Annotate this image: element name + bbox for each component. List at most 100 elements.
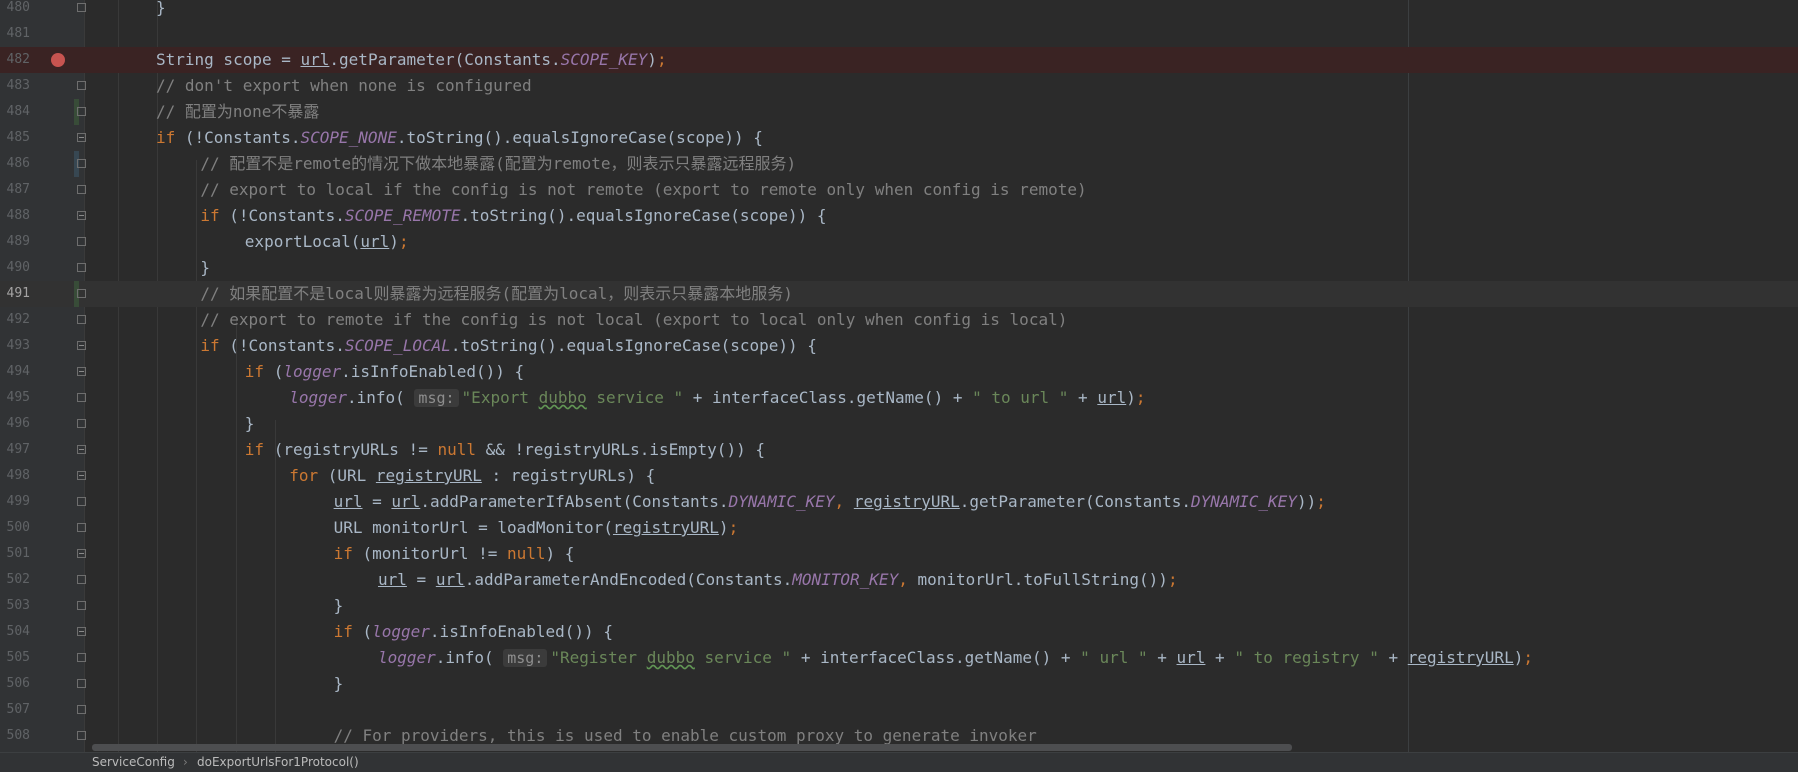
fold-marker-icon[interactable] — [77, 731, 86, 740]
code-line[interactable]: 485 if (!Constants.SCOPE_NONE.toString().… — [0, 125, 1798, 151]
code-line[interactable]: 497 if (registryURLs != null && !registry… — [0, 437, 1798, 463]
fold-marker-icon[interactable] — [77, 289, 86, 298]
code-line[interactable]: 503} — [0, 593, 1798, 619]
line-number[interactable]: 493 — [0, 333, 30, 359]
code-line[interactable]: 487 // export to local if the config is n… — [0, 177, 1798, 203]
code-line[interactable]: 491 // 如果配置不是local则暴露为远程服务(配置为local，则表示只暴… — [0, 281, 1798, 307]
fold-marker-icon[interactable] — [77, 315, 86, 324]
code-text: for (URL registryURL : registryURLs) { — [289, 466, 656, 485]
line-number[interactable]: 505 — [0, 645, 30, 671]
fold-marker-icon[interactable] — [77, 419, 86, 428]
line-number[interactable]: 482 — [0, 47, 30, 73]
fold-marker-icon[interactable] — [77, 159, 86, 168]
breakpoint-icon[interactable] — [51, 53, 65, 67]
fold-marker-icon[interactable] — [77, 3, 86, 12]
code-line[interactable]: 507 — [0, 697, 1798, 723]
fold-marker-icon[interactable] — [77, 107, 86, 116]
line-number[interactable]: 501 — [0, 541, 30, 567]
code-text: logger.info( msg: "Register dubbo service… — [378, 648, 1533, 667]
fold-marker-icon[interactable] — [77, 497, 86, 506]
line-number[interactable]: 496 — [0, 411, 30, 437]
line-number[interactable]: 502 — [0, 567, 30, 593]
fold-marker-icon[interactable] — [77, 185, 86, 194]
code-line[interactable]: 481 — [0, 21, 1798, 47]
fold-marker-icon[interactable] — [77, 263, 86, 272]
code-text: if (registryURLs != null && !registryURL… — [244, 440, 765, 459]
breadcrumb-class[interactable]: ServiceConfig — [92, 753, 175, 772]
code-text: if (!Constants.SCOPE_REMOTE.toString().e… — [200, 206, 827, 225]
fold-marker-icon[interactable] — [77, 679, 86, 688]
line-number[interactable]: 486 — [0, 151, 30, 177]
code-line[interactable]: 494 if (logger.isInfoEnabled()) { — [0, 359, 1798, 385]
line-number[interactable]: 492 — [0, 307, 30, 333]
line-number[interactable]: 504 — [0, 619, 30, 645]
line-number[interactable]: 497 — [0, 437, 30, 463]
code-line[interactable]: 506} — [0, 671, 1798, 697]
code-line[interactable]: 500 URL monitorUrl = loadMonitor(registry… — [0, 515, 1798, 541]
line-number[interactable]: 491 — [0, 281, 30, 307]
line-number[interactable]: 489 — [0, 229, 30, 255]
code-text: if (!Constants.SCOPE_NONE.toString().equ… — [156, 128, 763, 147]
breadcrumb-method[interactable]: doExportUrlsFor1Protocol() — [197, 753, 359, 772]
fold-marker-icon[interactable] — [77, 237, 86, 246]
line-number[interactable]: 500 — [0, 515, 30, 541]
line-number[interactable]: 481 — [0, 21, 30, 47]
code-line[interactable]: 484 // 配置为none不暴露 — [0, 99, 1798, 125]
line-number[interactable]: 490 — [0, 255, 30, 281]
fold-marker-icon[interactable] — [77, 211, 86, 220]
code-line[interactable]: 501 if (monitorUrl != null) { — [0, 541, 1798, 567]
fold-marker-icon[interactable] — [77, 341, 86, 350]
fold-marker-icon[interactable] — [77, 393, 86, 402]
fold-marker-icon[interactable] — [77, 523, 86, 532]
line-number[interactable]: 507 — [0, 697, 30, 723]
line-number[interactable]: 485 — [0, 125, 30, 151]
code-line[interactable]: 495 logger.info( msg: "Export dubbo servic… — [0, 385, 1798, 411]
code-line[interactable]: 486 // 配置不是remote的情况下做本地暴露(配置为remote，则表示只… — [0, 151, 1798, 177]
code-text: url = url.addParameterIfAbsent(Constants… — [333, 492, 1326, 511]
line-number[interactable]: 499 — [0, 489, 30, 515]
horizontal-scrollbar[interactable] — [92, 744, 1292, 751]
line-number[interactable]: 494 — [0, 359, 30, 385]
fold-marker-icon[interactable] — [77, 445, 86, 454]
code-line[interactable]: 490} — [0, 255, 1798, 281]
line-number[interactable]: 480 — [0, 0, 30, 21]
code-line[interactable]: 480} — [0, 0, 1798, 21]
code-line[interactable]: 492 // export to remote if the config is … — [0, 307, 1798, 333]
code-text: String scope = url.getParameter(Constant… — [156, 50, 667, 69]
fold-marker-icon[interactable] — [77, 367, 86, 376]
fold-marker-icon[interactable] — [77, 627, 86, 636]
code-line[interactable]: 496} — [0, 411, 1798, 437]
code-line[interactable]: 493 if (!Constants.SCOPE_LOCAL.toString()… — [0, 333, 1798, 359]
code-line[interactable]: 482 String scope = url.getParameter(Const… — [0, 47, 1798, 73]
code-line[interactable]: 483 // don't export when none is configur… — [0, 73, 1798, 99]
code-line[interactable]: 504 if (logger.isInfoEnabled()) { — [0, 619, 1798, 645]
code-line[interactable]: 488 if (!Constants.SCOPE_REMOTE.toString(… — [0, 203, 1798, 229]
line-number[interactable]: 488 — [0, 203, 30, 229]
fold-marker-icon[interactable] — [77, 705, 86, 714]
fold-marker-icon[interactable] — [77, 575, 86, 584]
line-number[interactable]: 503 — [0, 593, 30, 619]
fold-marker-icon[interactable] — [77, 81, 86, 90]
line-number[interactable]: 506 — [0, 671, 30, 697]
fold-marker-icon[interactable] — [77, 653, 86, 662]
line-number[interactable]: 483 — [0, 73, 30, 99]
code-line[interactable]: 502 url = url.addParameterAndEncoded(Cons… — [0, 567, 1798, 593]
line-number[interactable]: 487 — [0, 177, 30, 203]
line-number[interactable]: 508 — [0, 723, 30, 749]
code-text: // 配置不是remote的情况下做本地暴露(配置为remote，则表示只暴露远… — [200, 154, 797, 173]
line-number[interactable]: 495 — [0, 385, 30, 411]
code-line[interactable]: 489 exportLocal(url); — [0, 229, 1798, 255]
fold-marker-icon[interactable] — [77, 133, 86, 142]
code-text: if (logger.isInfoEnabled()) { — [333, 622, 613, 641]
code-line[interactable]: 498 for (URL registryURL : registryURLs) … — [0, 463, 1798, 489]
code-editor[interactable]: 480} 481 482 String scope = url.getParamete… — [0, 0, 1798, 752]
fold-marker-icon[interactable] — [77, 549, 86, 558]
code-line[interactable]: 505 logger.info( msg: "Register dubbo serv… — [0, 645, 1798, 671]
line-number[interactable]: 498 — [0, 463, 30, 489]
line-number[interactable]: 484 — [0, 99, 30, 125]
code-text: URL monitorUrl = loadMonitor(registryURL… — [333, 518, 739, 537]
code-line[interactable]: 499 url = url.addParameterIfAbsent(Consta… — [0, 489, 1798, 515]
fold-marker-icon[interactable] — [77, 471, 86, 480]
fold-marker-icon[interactable] — [77, 601, 86, 610]
code-text: // 如果配置不是local则暴露为远程服务(配置为local，则表示只暴露本地… — [200, 284, 793, 303]
